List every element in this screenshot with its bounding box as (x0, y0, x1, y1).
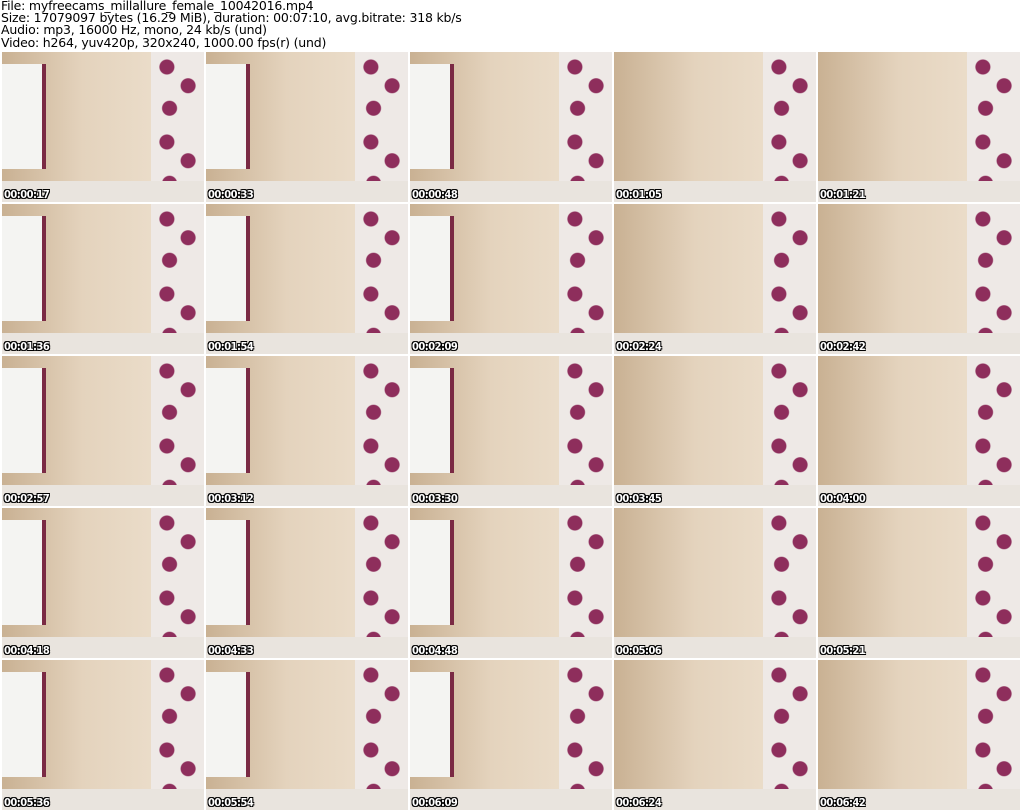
thumbnail-timestamp: 00:01:21 (820, 188, 866, 201)
thumbnail-timestamp: 00:00:17 (4, 188, 50, 201)
thumbnail-window-detail (2, 216, 47, 321)
thumbnail-wallpaper-detail (763, 52, 816, 202)
video-thumbnail[interactable]: 00:01:54 (206, 204, 408, 354)
thumbnail-timestamp: 00:02:42 (820, 340, 866, 353)
video-thumbnail[interactable]: 00:05:54 (206, 660, 408, 810)
thumbnail-timestamp: 00:00:48 (412, 188, 458, 201)
thumbnail-timestamp: 00:06:09 (412, 796, 458, 809)
thumbnail-window-detail (410, 64, 455, 169)
video-thumbnail[interactable]: 00:03:12 (206, 356, 408, 506)
video-thumbnail[interactable]: 00:05:06 (614, 508, 816, 658)
video-thumbnail[interactable]: 00:04:18 (2, 508, 204, 658)
thumbnail-window-detail (2, 368, 47, 473)
thumbnail-window-detail (206, 64, 251, 169)
thumbnail-timestamp: 00:05:54 (208, 796, 254, 809)
thumbnail-timestamp: 00:02:57 (4, 492, 50, 505)
video-thumbnail[interactable]: 00:05:21 (818, 508, 1020, 658)
thumbnail-wallpaper-detail (355, 52, 408, 202)
thumbnail-wallpaper-detail (151, 660, 204, 810)
thumbnail-wallpaper-detail (763, 508, 816, 658)
video-thumbnail[interactable]: 00:01:21 (818, 52, 1020, 202)
thumbnail-timestamp: 00:00:33 (208, 188, 254, 201)
thumbnail-grid: 00:00:17 00:00:33 00:00:48 00:01:05 00:01:21… (2, 52, 1020, 810)
thumbnail-timestamp: 00:06:24 (616, 796, 662, 809)
thumbnail-window-detail (2, 672, 47, 777)
thumbnail-wallpaper-detail (763, 356, 816, 506)
video-thumbnail[interactable]: 00:00:48 (410, 52, 612, 202)
video-thumbnail[interactable]: 00:01:05 (614, 52, 816, 202)
thumbnail-window-detail (206, 672, 251, 777)
thumbnail-window-detail (206, 368, 251, 473)
video-thumbnail[interactable]: 00:00:33 (206, 52, 408, 202)
thumbnail-timestamp: 00:01:36 (4, 340, 50, 353)
thumbnail-wallpaper-detail (151, 508, 204, 658)
thumbnail-timestamp: 00:02:24 (616, 340, 662, 353)
thumbnail-wallpaper-detail (967, 356, 1020, 506)
thumbnail-wallpaper-detail (355, 660, 408, 810)
video-thumbnail[interactable]: 00:03:45 (614, 356, 816, 506)
thumbnail-wallpaper-detail (151, 52, 204, 202)
thumbnail-timestamp: 00:05:36 (4, 796, 50, 809)
thumbnail-wallpaper-detail (967, 204, 1020, 354)
thumbnail-wallpaper-detail (355, 508, 408, 658)
thumbnail-wallpaper-detail (355, 204, 408, 354)
video-thumbnail[interactable]: 00:06:42 (818, 660, 1020, 810)
thumbnail-window-detail (410, 368, 455, 473)
thumbnail-window-detail (410, 672, 455, 777)
video-thumbnail[interactable]: 00:02:09 (410, 204, 612, 354)
thumbnail-window-detail (2, 520, 47, 625)
video-thumbnail[interactable]: 00:04:00 (818, 356, 1020, 506)
thumbnail-timestamp: 00:04:48 (412, 644, 458, 657)
thumbnail-timestamp: 00:01:05 (616, 188, 662, 201)
thumbnail-timestamp: 00:05:06 (616, 644, 662, 657)
thumbnail-window-detail (410, 216, 455, 321)
thumbnail-wallpaper-detail (559, 508, 612, 658)
thumbnail-timestamp: 00:03:45 (616, 492, 662, 505)
thumbnail-wallpaper-detail (355, 356, 408, 506)
thumbnail-wallpaper-detail (559, 204, 612, 354)
video-thumbnail[interactable]: 00:06:24 (614, 660, 816, 810)
thumbnail-timestamp: 00:04:18 (4, 644, 50, 657)
thumbnail-timestamp: 00:03:30 (412, 492, 458, 505)
video-thumbnail[interactable]: 00:04:48 (410, 508, 612, 658)
thumbnail-timestamp: 00:04:33 (208, 644, 254, 657)
video-thumbnail[interactable]: 00:05:36 (2, 660, 204, 810)
video-thumbnail[interactable]: 00:06:09 (410, 660, 612, 810)
thumbnail-timestamp: 00:02:09 (412, 340, 458, 353)
thumbnail-wallpaper-detail (559, 660, 612, 810)
video-thumbnail[interactable]: 00:02:42 (818, 204, 1020, 354)
thumbnail-window-detail (2, 64, 47, 169)
thumbnail-timestamp: 00:01:54 (208, 340, 254, 353)
video-thumbnail[interactable]: 00:00:17 (2, 52, 204, 202)
thumbnail-timestamp: 00:03:12 (208, 492, 254, 505)
thumbnail-wallpaper-detail (967, 52, 1020, 202)
thumbnail-wallpaper-detail (151, 204, 204, 354)
video-info: Video: h264, yuv420p, 320x240, 1000.00 f… (1, 34, 327, 50)
thumbnail-timestamp: 00:06:42 (820, 796, 866, 809)
thumbnail-wallpaper-detail (763, 660, 816, 810)
thumbnail-window-detail (206, 216, 251, 321)
thumbnail-wallpaper-detail (559, 52, 612, 202)
video-thumbnail[interactable]: 00:02:24 (614, 204, 816, 354)
file-info-header: File: myfreecams_millallure_female_10042… (1, 0, 462, 49)
video-thumbnail[interactable]: 00:01:36 (2, 204, 204, 354)
thumbnail-wallpaper-detail (967, 508, 1020, 658)
thumbnail-wallpaper-detail (559, 356, 612, 506)
video-thumbnail[interactable]: 00:04:33 (206, 508, 408, 658)
thumbnail-wallpaper-detail (151, 356, 204, 506)
video-thumbnail[interactable]: 00:03:30 (410, 356, 612, 506)
video-thumbnail[interactable]: 00:02:57 (2, 356, 204, 506)
thumbnail-wallpaper-detail (763, 204, 816, 354)
thumbnail-wallpaper-detail (967, 660, 1020, 810)
thumbnail-window-detail (410, 520, 455, 625)
thumbnail-timestamp: 00:04:00 (820, 492, 866, 505)
thumbnail-window-detail (206, 520, 251, 625)
thumbnail-timestamp: 00:05:21 (820, 644, 866, 657)
